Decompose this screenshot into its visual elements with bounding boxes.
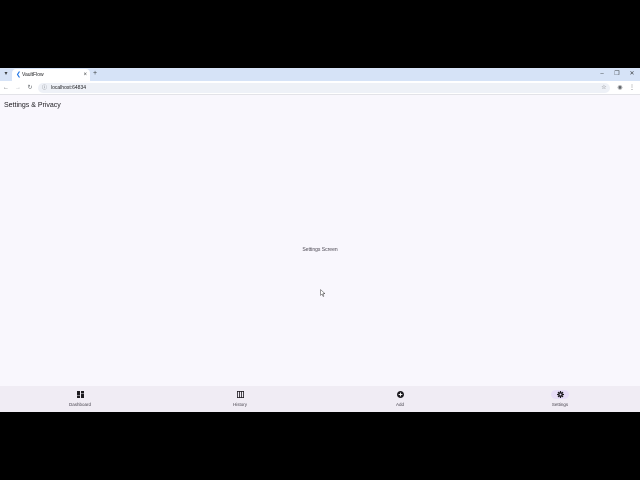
back-icon[interactable]: ← bbox=[2, 83, 10, 93]
address-toolbar: ← → ↻ ⓘ localhost:64834 ☆ ◉ ⋮ bbox=[0, 81, 640, 95]
tab-title: VaultFlow bbox=[22, 72, 44, 78]
page-title: Settings & Privacy bbox=[4, 102, 61, 109]
favicon-icon: ❮ bbox=[16, 72, 22, 78]
minimize-icon[interactable]: – bbox=[597, 69, 607, 79]
dashboard-icon bbox=[71, 390, 89, 399]
app-content: Settings & Privacy Settings Screen bbox=[0, 96, 640, 386]
mouse-cursor-icon bbox=[320, 289, 326, 297]
browser-tab[interactable]: ❮ VaultFlow × bbox=[12, 69, 90, 81]
forward-icon[interactable]: → bbox=[14, 83, 22, 93]
nav-item-add[interactable]: Add bbox=[320, 386, 480, 412]
bottom-navigation: Dashboard History Add Settings bbox=[0, 386, 640, 412]
url-text: localhost:64834 bbox=[51, 85, 87, 91]
nav-label-history: History bbox=[232, 402, 247, 407]
nav-item-dashboard[interactable]: Dashboard bbox=[0, 386, 160, 412]
nav-label-dashboard: Dashboard bbox=[68, 402, 91, 407]
tab-search-icon[interactable]: ▾ bbox=[2, 70, 10, 79]
add-circle-icon bbox=[391, 390, 409, 399]
nav-item-settings[interactable]: Settings bbox=[480, 386, 640, 412]
new-tab-button[interactable]: + bbox=[93, 69, 97, 79]
profile-icon[interactable]: ◉ bbox=[616, 83, 624, 93]
nav-label-settings: Settings bbox=[551, 402, 569, 407]
nav-item-history[interactable]: History bbox=[160, 386, 320, 412]
browser-window: ▾ ❮ VaultFlow × + – ❐ ✕ ← → ↻ ⓘ localhos… bbox=[0, 68, 640, 412]
restore-icon[interactable]: ❐ bbox=[612, 69, 622, 79]
reload-icon[interactable]: ↻ bbox=[26, 83, 34, 93]
screen-placeholder-text: Settings Screen bbox=[302, 247, 338, 253]
nav-label-add: Add bbox=[395, 402, 404, 407]
tab-strip: ▾ ❮ VaultFlow × + – ❐ ✕ bbox=[0, 68, 640, 81]
history-icon bbox=[231, 390, 249, 399]
bookmark-star-icon[interactable]: ☆ bbox=[600, 83, 608, 93]
more-menu-icon[interactable]: ⋮ bbox=[628, 83, 636, 93]
close-tab-icon[interactable]: × bbox=[83, 71, 87, 79]
site-info-icon[interactable]: ⓘ bbox=[42, 83, 47, 93]
address-bar[interactable]: ⓘ localhost:64834 bbox=[38, 83, 610, 93]
close-window-icon[interactable]: ✕ bbox=[627, 69, 637, 79]
gear-icon bbox=[551, 390, 569, 399]
